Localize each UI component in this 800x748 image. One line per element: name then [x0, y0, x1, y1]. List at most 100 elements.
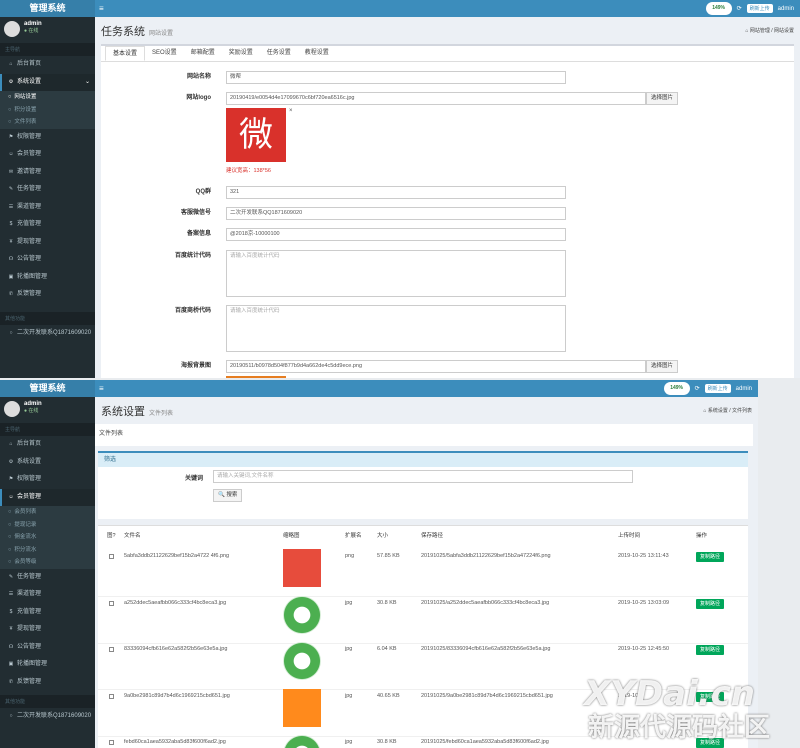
sidebar-item-contact[interactable]: ○ 二次开发联系Q1871609020 [0, 325, 95, 343]
sidebar-item-s2.menu2-4[interactable]: ☊ 公告管理 [0, 639, 95, 657]
sidebar-item-s1.menu2-6[interactable]: ¥ 提现管理 [0, 234, 95, 252]
site-name-label: 网站名称 [186, 74, 211, 80]
tab-email[interactable]: 邮箱配置 [184, 46, 222, 61]
sidebar-item-s1.menu2-8[interactable]: ▣ 轮播图管理 [0, 269, 95, 287]
admin-menu[interactable]: admin [736, 386, 752, 392]
upload-button[interactable]: 刷新上传 [746, 4, 773, 13]
filter-box: 筛选 关键词 请输入关键词,文件名称 🔍 搜索 [98, 451, 748, 519]
sidebar-item-s2.menu-0[interactable]: ⌂ 后台首页 [0, 436, 95, 454]
sidebar-subitem-file-list[interactable]: ○ 文件列表 [0, 116, 95, 129]
thumbnail-image [283, 735, 321, 748]
copy-path-button[interactable]: 复制路径 [696, 645, 724, 655]
sidebar-item-s1.menu2-3[interactable]: ✎ 任务管理 [0, 181, 95, 199]
poster-bg-input[interactable]: 20190511/b0978d504f877b9d4a662de4c5dd9ec… [226, 360, 646, 373]
tab-basic[interactable]: 基本设置 [105, 46, 146, 61]
circle-icon: ○ [9, 713, 13, 719]
col-select: 图? [107, 533, 116, 539]
sidebar-subitem-points[interactable]: ○ 积分流水 [0, 543, 95, 556]
file-name: a252ddec5aeafbb066c333cf4bc8eca3.jpg [124, 599, 227, 606]
file-path: 20191025/a252ddec5aeafbb066c333cf4bc8eca… [421, 599, 550, 606]
sidebar-item-system-settings[interactable]: ⚙ 系统设置 ⌄ [0, 73, 95, 91]
sidebar-item-s2.menu2-1[interactable]: ☰ 渠道管理 [0, 586, 95, 604]
tab-tutorial[interactable]: 教程设置 [298, 46, 336, 61]
sidebar-item-s1.menu2-2[interactable]: ✉ 邀请管理 [0, 164, 95, 182]
sidebar-item-s2.menu-1[interactable]: ⚙ 系统设置 [0, 454, 95, 472]
sidebar-item-s2.menu-3[interactable]: ☺ 会员管理 [0, 488, 95, 506]
brand-logo[interactable]: 管理系统 [0, 380, 95, 397]
site-logo-input[interactable]: 20190419/e0054d4e17099670c6bf720ea6516c.… [226, 92, 646, 105]
sidebar-item-s1.menu2-1[interactable]: ☺ 会员管理 [0, 146, 95, 164]
wechat-input[interactable]: 二次开发联系QQ1871609020 [226, 207, 566, 220]
sidebar-item-label: 会员管理 [17, 151, 42, 157]
sidebar-item-label: 权限管理 [17, 476, 42, 482]
row-checkbox[interactable] [109, 554, 114, 559]
copy-path-button[interactable]: 复制路径 [696, 552, 724, 562]
file-size: 6.04 KB [377, 646, 397, 652]
sidebar-header-main: 主导航 [0, 43, 95, 56]
tab-file-list[interactable]: 文件列表 [99, 427, 123, 442]
sidebar-item-s1.menu2-0[interactable]: ⚑ 权限管理 [0, 129, 95, 147]
upload-button[interactable]: 刷新上传 [704, 384, 731, 393]
gear-icon: ⚙ [8, 78, 14, 85]
sidebar-item-s1.menu2-7[interactable]: ☊ 公告管理 [0, 251, 95, 269]
sidebar-item-s2.menu2-2[interactable]: $ 充值管理 [0, 604, 95, 622]
breadcrumb[interactable]: ⌂ 系统设置 / 文件列表 [703, 407, 752, 414]
sidebar-item-home[interactable]: ⌂ 后台首页 [0, 56, 95, 74]
page-subtitle: 文件列表 [149, 411, 174, 417]
sidebar-item-s1.menu2-5[interactable]: $ 充值管理 [0, 216, 95, 234]
col-action: 操作 [696, 533, 708, 539]
sidebar-subitem-withdraw-record[interactable]: ○ 提现记录 [0, 518, 95, 531]
sidebar-item-s2.menu2-6[interactable]: ✆ 反馈管理 [0, 674, 95, 692]
choose-poster-button[interactable]: 选择图片 [646, 360, 679, 373]
sidebar-item-s2.menu2-5[interactable]: ▣ 轮播图管理 [0, 656, 95, 674]
search-button[interactable]: 🔍 搜索 [213, 489, 243, 502]
sidebar-item-s1.menu2-9[interactable]: ✆ 反馈管理 [0, 286, 95, 304]
refresh-icon[interactable]: ⟳ [737, 5, 742, 12]
brand-logo[interactable]: 管理系统 [0, 0, 95, 17]
row-checkbox[interactable] [109, 693, 114, 699]
sidebar-subitem-commission[interactable]: ○ 佣金流水 [0, 531, 95, 544]
sidebar-toggle-icon[interactable]: ≡ [99, 380, 104, 397]
tab-task[interactable]: 任务设置 [260, 46, 298, 61]
row-checkbox[interactable] [109, 740, 114, 745]
sidebar-toggle-icon[interactable]: ≡ [99, 0, 104, 17]
menu-icon: ☰ [8, 203, 14, 210]
sidebar-item-label: 反馈管理 [17, 678, 42, 685]
breadcrumb[interactable]: ⌂ 网站管理 / 网站设置 [745, 27, 794, 34]
qq-group-input[interactable]: 321 [226, 186, 566, 199]
sidebar-subitem-member-level[interactable]: ○ 会员等级 [0, 556, 95, 569]
sidebar-subitem-site-settings[interactable]: ○ 网站设置 [0, 91, 95, 104]
baidu-bridge-textarea[interactable]: 请输入百度统计代码 [226, 305, 566, 352]
file-path: 20191025/9a0be2981c89d7b4d6c1969215cbd65… [421, 692, 553, 699]
copy-path-button[interactable]: 复制路径 [696, 598, 724, 609]
sidebar-subitem-points-settings[interactable]: ○ 积分设置 [0, 103, 95, 116]
sidebar-item-s2.menu-2[interactable]: ⚑ 权限管理 [0, 471, 95, 489]
sidebar-item-s1.menu2-4[interactable]: ☰ 渠道管理 [0, 199, 95, 217]
sidebar-item-s2.menu2-3[interactable]: ¥ 提现管理 [0, 621, 95, 639]
choose-logo-button[interactable]: 选择图片 [646, 92, 679, 105]
row-checkbox[interactable] [109, 647, 114, 652]
tab-reward[interactable]: 奖励设置 [222, 46, 260, 61]
col-ext: 扩展名 [345, 533, 362, 539]
close-icon[interactable]: × [289, 108, 293, 114]
sidebar-item-s2.menu2-0[interactable]: ✎ 任务管理 [0, 569, 95, 587]
row-checkbox[interactable] [109, 600, 114, 606]
tab-seo[interactable]: SEO设置 [145, 46, 184, 61]
sidebar-item-contact[interactable]: ○ 二次开发联系Q1871609020 [0, 708, 95, 726]
sidebar-header-other: 其他功能 [0, 695, 95, 708]
baidu-stat-textarea[interactable]: 请输入百度统计代码 [226, 250, 566, 297]
settings-screenshot: 管理系统 ≡ 149% ⟳ 刷新上传 admin admin ● 在线 主导航 … [0, 0, 800, 378]
keyword-input[interactable]: 请输入关键词,文件名称 [213, 470, 633, 483]
main-content: 任务系统 网站设置 ⌂ 网站管理 / 网站设置 基本设置 SEO设置 邮箱配置 奖… [95, 17, 800, 378]
sidebar-item-label: 渠道管理 [17, 203, 42, 210]
col-time: 上传时间 [618, 533, 641, 539]
site-name-input[interactable]: 微帮 [226, 71, 566, 84]
online-stat-badge: 149% [705, 2, 732, 15]
admin-menu[interactable]: admin [778, 6, 794, 12]
chevron-down-icon: ⌄ [84, 78, 90, 85]
refresh-icon[interactable]: ⟳ [695, 385, 700, 392]
sidebar-header-other: 其他功能 [0, 311, 95, 325]
menu-icon: ▣ [8, 661, 14, 667]
icp-input[interactable]: @2018京-10000100 [226, 228, 566, 241]
sidebar-subitem-member-list[interactable]: ○ 会员列表 [0, 506, 95, 519]
